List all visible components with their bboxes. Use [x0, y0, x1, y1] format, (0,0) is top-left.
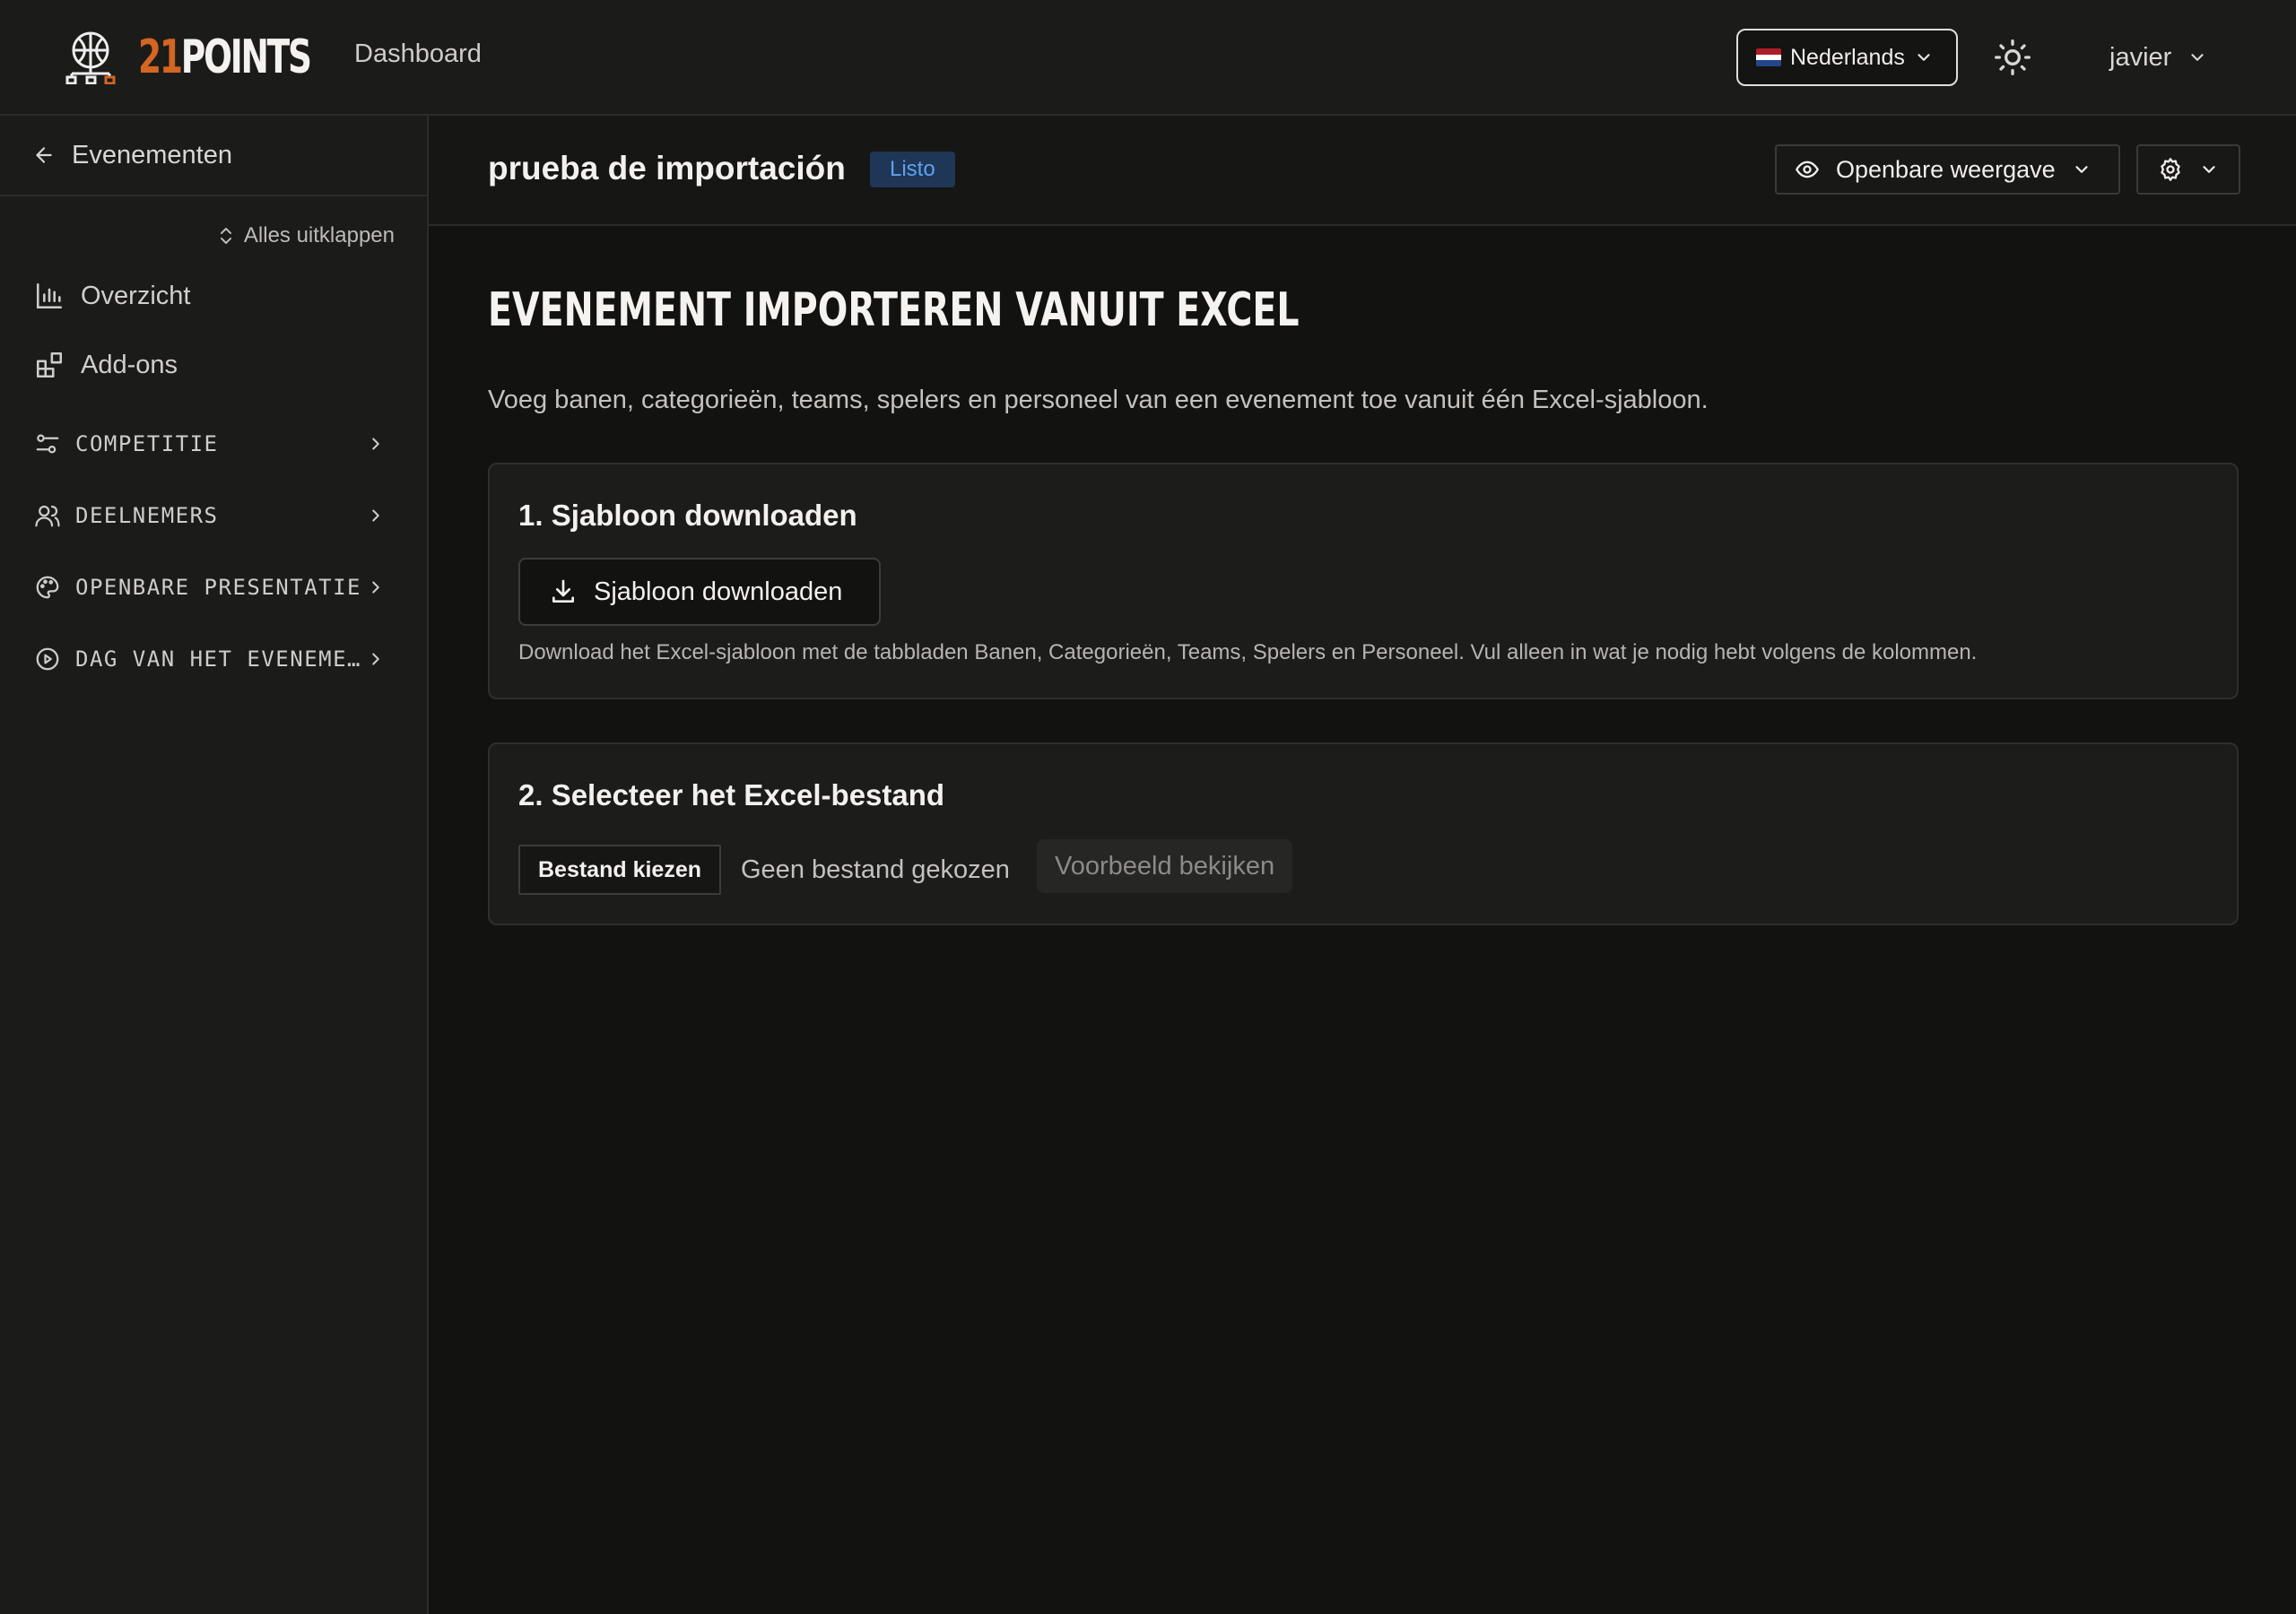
- chevron-right-icon: [366, 649, 386, 669]
- step-select-file-card: 2. Selecteer het Excel-bestand Bestand k…: [488, 742, 2239, 925]
- sidebar-item-overzicht[interactable]: Overzicht: [34, 281, 190, 311]
- sidebar-group-dag-van-het-evenement[interactable]: DAG VAN HET EVENEME…: [34, 646, 393, 672]
- step-download-card: 1. Sjabloon downloaden Sjabloon download…: [488, 463, 2239, 699]
- top-bar: 21POINTS Dashboard Nederlands javier: [0, 0, 2296, 116]
- user-menu[interactable]: javier: [2109, 38, 2207, 77]
- public-view-label: Openbare weergave: [1836, 155, 2056, 183]
- download-template-button[interactable]: Sjabloon downloaden: [518, 558, 881, 626]
- sidebar-item-label: Add-ons: [81, 350, 178, 379]
- chevron-right-icon: [366, 434, 386, 454]
- sidebar-group-label: DEELNEMERS: [75, 503, 219, 528]
- sidebar-group-label: OPENBARE PRESENTATIE: [75, 575, 361, 600]
- logo-wordmark[interactable]: 21POINTS: [138, 30, 312, 84]
- sidebar-group-deelnemers[interactable]: DEELNEMERS: [34, 502, 393, 529]
- page-title: prueba de importación: [488, 150, 846, 187]
- logo-number: 21: [138, 30, 183, 84]
- main-heading: EVENEMENT IMPORTEREN VANUIT EXCEL: [488, 283, 1300, 337]
- eye-icon: [1795, 157, 1820, 182]
- arrow-left-icon: [32, 143, 56, 167]
- gear-icon: [2158, 157, 2183, 182]
- sidebar-group-label: DAG VAN HET EVENEME…: [75, 646, 361, 672]
- chevrons-up-down-icon: [217, 225, 235, 247]
- logo-icon[interactable]: [63, 30, 118, 84]
- user-name: javier: [2109, 42, 2172, 72]
- sidebar-item-add-ons[interactable]: Add-ons: [34, 350, 178, 380]
- palette-icon: [34, 574, 61, 601]
- download-note: Download het Excel-sjabloon met de tabbl…: [518, 640, 1978, 664]
- choose-file-button[interactable]: Bestand kiezen: [518, 845, 722, 895]
- preview-button[interactable]: Voorbeeld bekijken: [1037, 839, 1293, 893]
- back-to-events-link[interactable]: Evenementen: [0, 116, 427, 196]
- chevron-right-icon: [366, 506, 386, 525]
- chevron-down-icon: [2072, 160, 2092, 179]
- sidebar-group-openbare-presentatie[interactable]: OPENBARE PRESENTATIE: [34, 574, 393, 601]
- sidebar-group-label: COMPETITIE: [75, 431, 219, 456]
- expand-all-label: Alles uitklappen: [243, 223, 395, 247]
- netherlands-flag-icon: [1756, 48, 1781, 66]
- file-status-text: Geen bestand gekozen: [741, 855, 1010, 884]
- download-icon: [549, 577, 578, 606]
- status-badge: Listo: [870, 152, 955, 187]
- sun-icon[interactable]: [1993, 38, 2032, 77]
- add-ons-icon: [34, 350, 65, 380]
- main-description: Voeg banen, categorieën, teams, spelers …: [488, 386, 1709, 414]
- play-circle-icon: [34, 646, 61, 672]
- sidebar: Evenementen Alles uitklappen Overzicht A…: [0, 116, 429, 1614]
- chevron-down-icon: [2199, 160, 2219, 179]
- expand-all-button[interactable]: Alles uitklappen: [217, 223, 395, 248]
- step-download-title: 1. Sjabloon downloaden: [518, 499, 857, 532]
- logo-word: POINTS: [180, 30, 312, 84]
- back-link-label: Evenementen: [72, 140, 232, 169]
- public-view-button[interactable]: Openbare weergave: [1775, 144, 2120, 195]
- settings-menu-button[interactable]: [2136, 144, 2240, 195]
- chevron-down-icon: [1914, 48, 1934, 67]
- page-header: prueba de importación Listo Openbare wee…: [429, 116, 2296, 226]
- language-label: Nederlands: [1790, 44, 1905, 70]
- sidebar-group-competitie[interactable]: COMPETITIE: [34, 430, 393, 457]
- sidebar-item-label: Overzicht: [81, 281, 191, 310]
- bar-chart-icon: [34, 281, 65, 311]
- nav-dashboard-link[interactable]: Dashboard: [354, 39, 482, 69]
- chevron-down-icon: [2187, 48, 2207, 67]
- download-template-label: Sjabloon downloaden: [594, 577, 843, 606]
- users-icon: [34, 502, 61, 529]
- language-select[interactable]: Nederlands: [1736, 29, 1958, 86]
- step-select-file-title: 2. Selecteer het Excel-bestand: [518, 778, 945, 811]
- sliders-icon: [34, 430, 61, 457]
- chevron-right-icon: [366, 577, 386, 597]
